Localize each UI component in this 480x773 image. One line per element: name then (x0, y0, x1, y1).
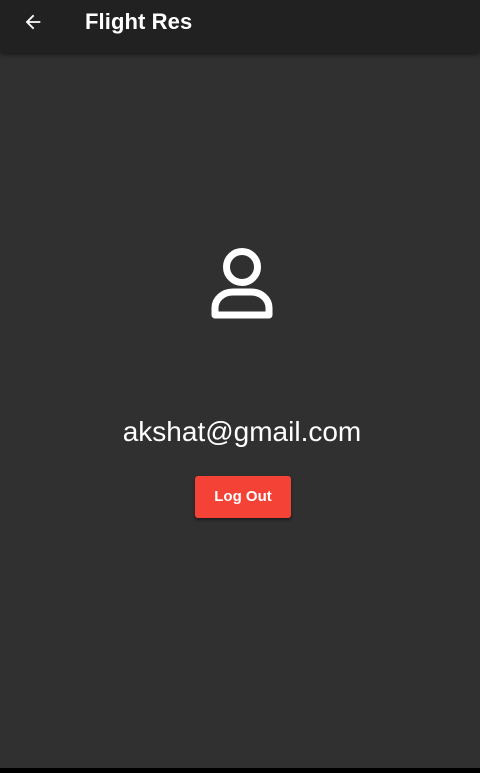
arrow-left-icon (25, 14, 41, 30)
user-email: akshat@gmail.com (122, 416, 362, 447)
user-icon (206, 245, 278, 323)
back-button[interactable] (14, 4, 52, 40)
logout-button[interactable]: Log Out (195, 476, 291, 518)
profile-content: akshat@gmail.com Log Out (0, 53, 480, 768)
profile-screen: Flight Res akshat@gmail.com Log Out (0, 0, 480, 773)
app-title: Flight Res (85, 9, 193, 34)
app-bar: Flight Res (0, 0, 480, 53)
system-navigation-bar (0, 768, 480, 773)
